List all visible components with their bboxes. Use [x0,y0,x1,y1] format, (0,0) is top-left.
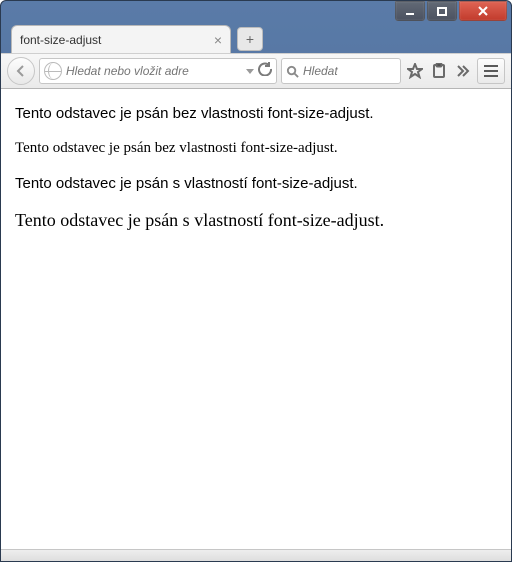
overflow-button[interactable] [453,61,473,81]
star-icon [407,63,423,79]
search-input[interactable] [303,64,396,78]
bookmark-star-button[interactable] [405,61,425,81]
browser-window: font-size-adjust × + [0,0,512,562]
page-content: Tento odstavec je psán bez vlastnosti fo… [1,89,511,549]
window-titlebar [1,1,511,23]
tab-title: font-size-adjust [20,33,208,47]
url-input[interactable] [66,64,242,78]
back-button[interactable] [7,57,35,85]
url-bar[interactable] [39,58,277,84]
hamburger-line [484,65,498,67]
search-icon [286,65,299,78]
window-maximize-button[interactable] [427,1,457,21]
paragraph-1: Tento odstavec je psán bez vlastnosti fo… [15,105,497,122]
paragraph-3: Tento odstavec je psán s vlastností font… [15,175,497,192]
library-button[interactable] [429,61,449,81]
paragraph-4: Tento odstavec je psán s vlastností font… [15,210,497,231]
hamburger-line [484,75,498,77]
reload-button[interactable] [258,62,272,81]
hamburger-menu-button[interactable] [477,58,505,84]
browser-tab[interactable]: font-size-adjust × [11,25,231,53]
minimize-icon [404,5,416,17]
status-bar [1,549,511,561]
reload-icon [258,62,272,76]
navigation-toolbar [1,53,511,89]
search-bar[interactable] [281,58,401,84]
clipboard-icon [431,63,447,79]
back-arrow-icon [14,64,28,78]
history-dropdown-icon[interactable] [246,69,254,74]
chevron-double-right-icon [455,63,471,79]
window-close-button[interactable] [459,1,507,21]
window-minimize-button[interactable] [395,1,425,21]
tabstrip: font-size-adjust × + [1,23,511,53]
hamburger-line [484,70,498,72]
tab-close-button[interactable]: × [214,33,222,47]
maximize-icon [436,5,448,17]
close-icon [477,5,489,17]
globe-icon [44,62,62,80]
paragraph-2: Tento odstavec je psán bez vlastnosti fo… [15,140,497,157]
new-tab-button[interactable]: + [237,27,263,51]
